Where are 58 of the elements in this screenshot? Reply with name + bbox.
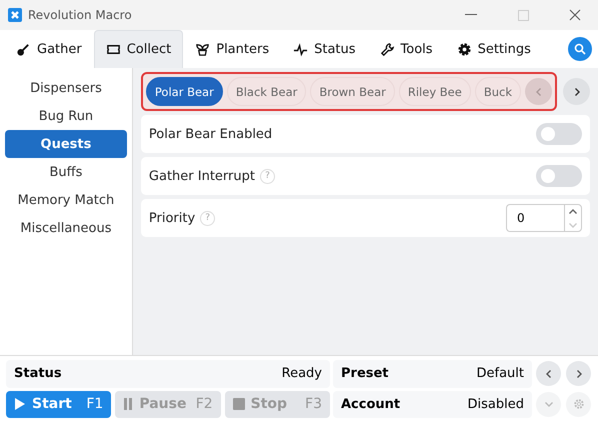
close-icon[interactable] bbox=[569, 9, 581, 21]
minimize-icon[interactable] bbox=[465, 14, 477, 16]
sidebar-item[interactable]: Quests bbox=[5, 130, 127, 158]
search-icon bbox=[574, 43, 586, 55]
toggle-switch[interactable] bbox=[536, 123, 582, 145]
chevron-up-icon bbox=[568, 206, 578, 216]
play-icon bbox=[14, 397, 26, 412]
wrench-icon bbox=[380, 42, 395, 57]
ticket-icon bbox=[106, 42, 121, 57]
tab[interactable]: Settings bbox=[444, 30, 543, 68]
tab[interactable]: Planters bbox=[183, 30, 282, 68]
setting-label: Polar Bear Enabled bbox=[148, 126, 272, 142]
chevron-left-icon bbox=[544, 368, 554, 379]
sidebar-item[interactable]: Bug Run bbox=[5, 102, 127, 130]
next-preset-button[interactable] bbox=[566, 361, 591, 386]
maximize-icon[interactable] bbox=[518, 10, 528, 20]
tab[interactable]: Tools bbox=[368, 30, 445, 68]
sidebar-item[interactable]: Buffs bbox=[5, 158, 127, 186]
quest-chip[interactable]: Black Bear bbox=[226, 77, 306, 106]
tab[interactable]: Collect bbox=[94, 30, 184, 68]
account-label: Account bbox=[341, 396, 400, 412]
account-settings-button[interactable] bbox=[566, 392, 591, 417]
account-value: Disabled bbox=[468, 396, 524, 412]
preset-value: Default bbox=[476, 366, 524, 382]
scroll-left-button[interactable] bbox=[525, 78, 552, 105]
status-value: Ready bbox=[282, 366, 322, 382]
quest-chip[interactable]: Brown Bear bbox=[310, 77, 395, 106]
previous-preset-button[interactable] bbox=[536, 361, 561, 386]
settings-icon bbox=[572, 398, 584, 410]
window-title: Revolution Macro bbox=[28, 8, 133, 22]
quest-chip[interactable]: Buck bbox=[474, 77, 521, 106]
sidebar-item[interactable]: Miscellaneous bbox=[5, 214, 127, 242]
tab[interactable]: Gather bbox=[4, 30, 94, 68]
search-button[interactable] bbox=[568, 37, 592, 61]
pause-icon bbox=[123, 398, 134, 410]
quest-chip[interactable]: Riley Bee bbox=[398, 77, 471, 106]
sidebar-item[interactable]: Dispensers bbox=[5, 74, 127, 102]
toggle-switch[interactable] bbox=[536, 165, 582, 187]
tab[interactable]: Status bbox=[281, 30, 368, 68]
pulse-icon bbox=[293, 42, 308, 57]
shovel-icon bbox=[16, 42, 31, 57]
scroll-right-button[interactable] bbox=[563, 78, 590, 105]
quest-chip[interactable]: Polar Bear bbox=[146, 77, 223, 106]
gear-icon bbox=[456, 42, 472, 57]
preset-label: Preset bbox=[341, 366, 389, 382]
setting-label: Gather Interrupt bbox=[148, 168, 255, 184]
chevron-down-icon bbox=[544, 399, 554, 410]
app-logo-icon bbox=[8, 8, 22, 22]
start-button[interactable]: Start F1 bbox=[6, 390, 112, 418]
stop-icon bbox=[232, 398, 245, 410]
number-field[interactable]: 0 bbox=[506, 204, 564, 232]
setting-label: Priority bbox=[148, 210, 196, 226]
sidebar-item[interactable]: Memory Match bbox=[5, 186, 127, 214]
plant-icon bbox=[195, 42, 210, 57]
status-label: Status bbox=[14, 366, 62, 382]
account-dropdown-button[interactable] bbox=[536, 392, 561, 417]
spinner[interactable] bbox=[564, 204, 582, 232]
chevron-left-icon bbox=[534, 86, 544, 96]
